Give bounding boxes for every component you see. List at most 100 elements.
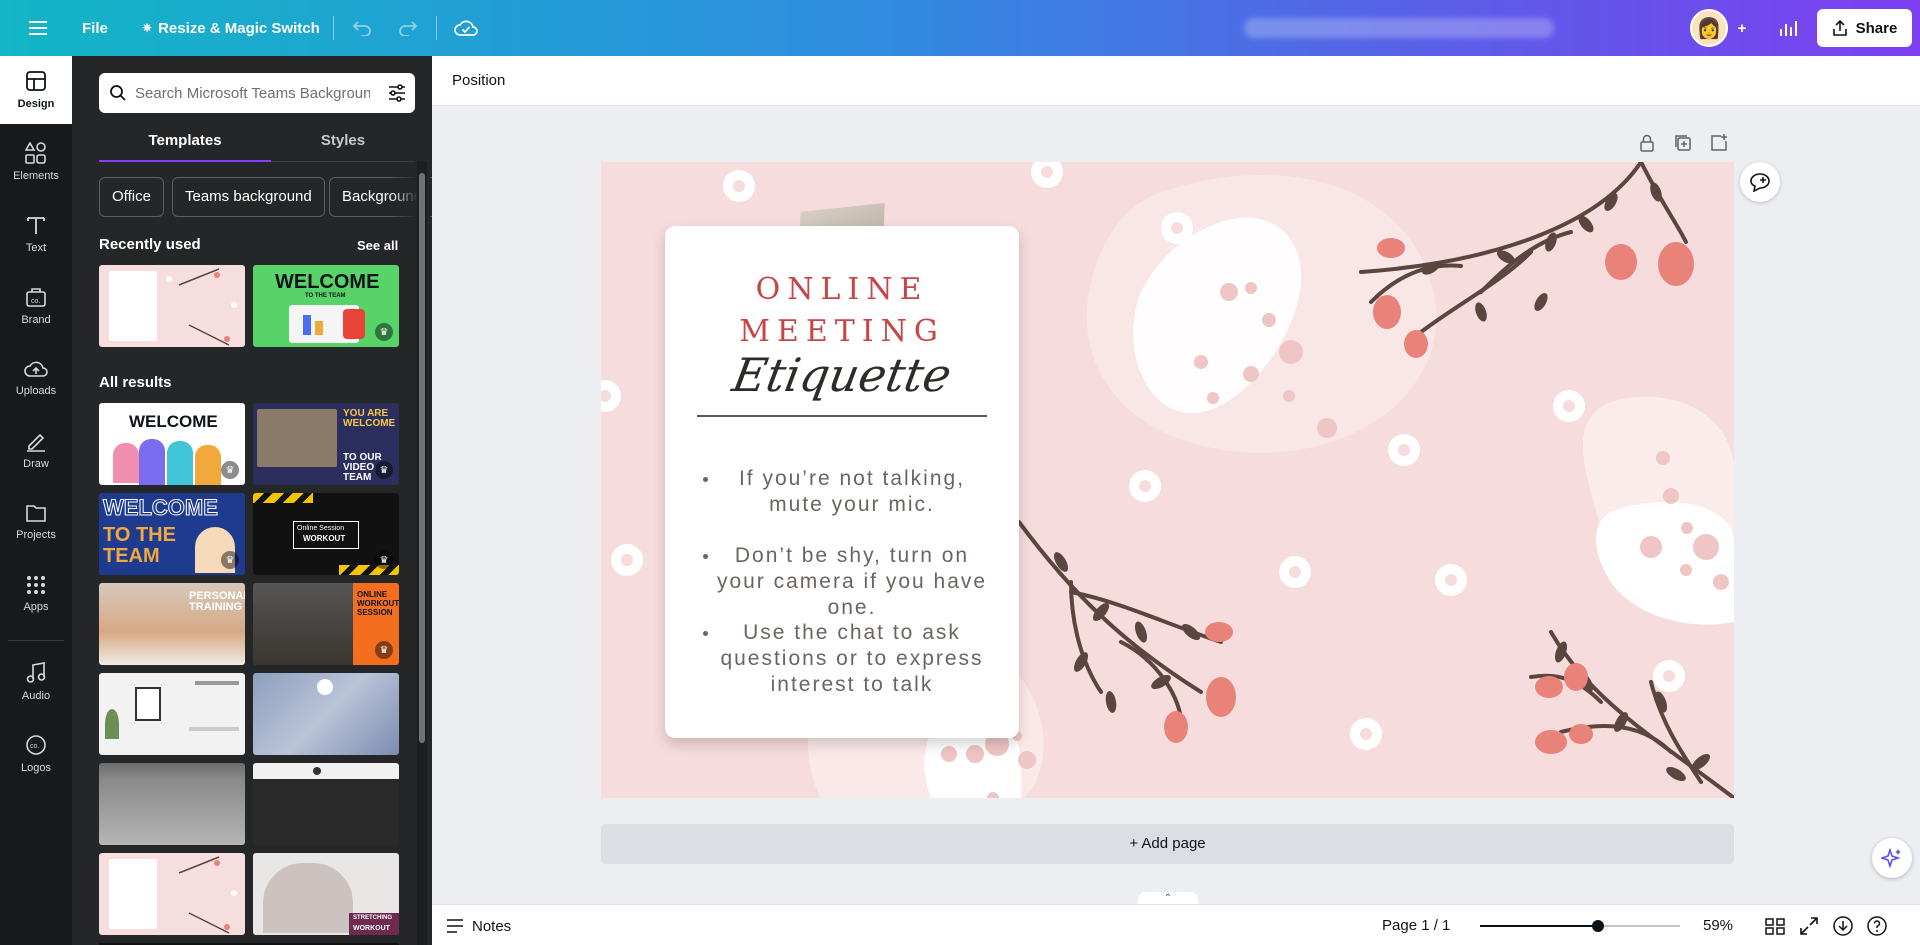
scroll-thumb[interactable] bbox=[419, 173, 425, 743]
filter-chip-teams-background[interactable]: Teams background bbox=[172, 177, 325, 217]
template-thumb-welcome-people[interactable]: WELCOME ♛ bbox=[99, 403, 245, 485]
avatar[interactable]: 👩 bbox=[1690, 9, 1728, 47]
template-thumb-stretching-workout[interactable]: STRETCHING WORKOUT bbox=[253, 853, 399, 935]
bullet-text: Use the chat to ask questions or to expr… bbox=[720, 621, 984, 696]
design-page[interactable]: ONLINE MEETING Etiquette If you’re not t… bbox=[601, 162, 1734, 798]
menu-icon[interactable] bbox=[20, 10, 56, 46]
tab-styles[interactable]: Styles bbox=[271, 126, 415, 162]
search-box[interactable] bbox=[99, 73, 415, 113]
thumb-text: YOU ARE WELCOME bbox=[343, 408, 396, 429]
panel-scrollbar[interactable] bbox=[417, 161, 427, 945]
notes-label: Notes bbox=[472, 917, 512, 935]
template-thumb-personal-training[interactable]: PERSONAL TRAINING bbox=[99, 583, 245, 665]
thumb-text: TO THE TEAM bbox=[103, 524, 176, 567]
brand-icon: co. bbox=[26, 288, 46, 307]
rail-label: Projects bbox=[16, 529, 56, 541]
left-rail: Design Elements Text co. Brand Uploads D… bbox=[0, 56, 72, 945]
template-thumb-you-are-welcome[interactable]: YOU ARE WELCOME TO OUR VIDEO TEAM ♛ bbox=[253, 403, 399, 485]
content-card[interactable]: ONLINE MEETING Etiquette If you’re not t… bbox=[665, 226, 1019, 738]
rail-divider bbox=[8, 640, 64, 641]
template-thumb-welcome-green[interactable]: WELCOME TO THE TEAM ♛ bbox=[253, 265, 399, 347]
template-thumb-dark-building[interactable] bbox=[253, 763, 399, 845]
svg-text:co.: co. bbox=[31, 298, 40, 305]
rail-item-logos[interactable]: co. Logos bbox=[0, 720, 72, 788]
zoom-slider[interactable] bbox=[1480, 920, 1680, 932]
template-thumb-online-workout-session[interactable]: ONLINE WORKOUT SESSION ♛ bbox=[253, 583, 399, 665]
rail-item-uploads[interactable]: Uploads bbox=[0, 344, 72, 412]
zoom-slider-handle[interactable] bbox=[1592, 920, 1604, 932]
redo-icon[interactable] bbox=[390, 10, 426, 46]
thumb-text: PERSONAL TRAINING bbox=[189, 590, 245, 613]
filter-icon[interactable] bbox=[387, 83, 407, 103]
file-menu-button[interactable]: File bbox=[72, 10, 118, 46]
page-indicator[interactable]: Page 1 / 1 bbox=[1382, 917, 1450, 934]
elements-icon bbox=[25, 142, 46, 164]
help-icon[interactable] bbox=[1866, 915, 1888, 937]
tab-templates[interactable]: Templates bbox=[99, 126, 271, 162]
sparkle-icon bbox=[1881, 847, 1901, 869]
comment-icon bbox=[1750, 173, 1770, 192]
rail-item-design[interactable]: Design bbox=[0, 56, 72, 124]
add-page-icon[interactable] bbox=[1708, 132, 1730, 154]
rail-label: Text bbox=[25, 242, 47, 254]
template-thumb-blue-geometric[interactable] bbox=[253, 673, 399, 755]
rail-item-audio[interactable]: Audio bbox=[0, 648, 72, 716]
bullet-item[interactable]: Use the chat to ask questions or to expr… bbox=[693, 620, 993, 698]
share-button[interactable]: Share bbox=[1817, 9, 1912, 47]
uploads-icon bbox=[24, 361, 48, 377]
position-button[interactable]: Position bbox=[448, 67, 509, 95]
rail-label: Audio bbox=[21, 690, 51, 702]
notes-button[interactable]: Notes bbox=[446, 914, 511, 938]
canva-editor: File ✷ Resize & Magic Switch 👩 + Share D… bbox=[0, 0, 1920, 945]
template-thumb-online-meeting-2[interactable] bbox=[99, 853, 245, 935]
insights-icon[interactable] bbox=[1770, 10, 1806, 46]
filter-chip-office[interactable]: Office bbox=[99, 177, 164, 217]
lock-icon[interactable] bbox=[1636, 132, 1658, 154]
document-title-blurred[interactable] bbox=[1244, 18, 1554, 38]
rail-item-text[interactable]: Text bbox=[0, 200, 72, 268]
zoom-level[interactable]: 59% bbox=[1703, 917, 1733, 934]
bullet-item[interactable]: Don’t be shy, turn on your camera if you… bbox=[693, 543, 993, 621]
template-thumb-online-workout-dark[interactable]: Online Session WORKOUT ♛ bbox=[253, 493, 399, 575]
rail-item-brand[interactable]: co. Brand bbox=[0, 272, 72, 340]
thumb-text: WELCOME bbox=[103, 495, 219, 520]
title-meeting[interactable]: MEETING bbox=[665, 314, 1019, 349]
rail-item-apps[interactable]: Apps bbox=[0, 560, 72, 628]
title-online[interactable]: ONLINE bbox=[665, 272, 1019, 307]
rail-item-projects[interactable]: Projects bbox=[0, 488, 72, 556]
download-icon[interactable] bbox=[1832, 915, 1854, 937]
template-thumb-online-meeting[interactable] bbox=[99, 265, 245, 347]
add-page-button[interactable]: + Add page bbox=[601, 824, 1734, 864]
rail-item-draw[interactable]: Draw bbox=[0, 416, 72, 484]
premium-crown-icon: ♛ bbox=[221, 461, 239, 479]
rail-item-elements[interactable]: Elements bbox=[0, 128, 72, 196]
fullscreen-icon[interactable] bbox=[1798, 915, 1820, 937]
search-icon bbox=[110, 85, 126, 101]
search-input[interactable] bbox=[135, 84, 370, 102]
magic-assistant-button[interactable] bbox=[1872, 838, 1912, 878]
bottom-toolbar: Notes Page 1 / 1 59% bbox=[432, 904, 1920, 945]
add-people-icon[interactable]: + bbox=[1724, 10, 1760, 46]
thumb-text: WORKOUT bbox=[353, 925, 390, 932]
rail-label: Draw bbox=[23, 458, 49, 470]
thumb-text: Online Session bbox=[297, 525, 345, 532]
duplicate-page-icon[interactable] bbox=[1672, 132, 1694, 154]
template-thumb-grey-texture[interactable] bbox=[99, 763, 245, 845]
audio-icon bbox=[26, 662, 46, 683]
title-etiquette[interactable]: Etiquette bbox=[660, 348, 1024, 402]
add-comment-button[interactable] bbox=[1740, 162, 1780, 202]
canvas-area: ONLINE MEETING Etiquette If you’re not t… bbox=[432, 106, 1920, 904]
undo-icon[interactable] bbox=[344, 10, 380, 46]
grid-view-icon[interactable] bbox=[1764, 915, 1786, 937]
thumb-text: TO THE TEAM bbox=[305, 293, 346, 299]
resize-magic-switch-button[interactable]: ✷ Resize & Magic Switch bbox=[132, 10, 330, 46]
bullet-item[interactable]: If you’re not talking, mute your mic. bbox=[693, 466, 993, 518]
see-all-link[interactable]: See all bbox=[357, 238, 398, 253]
rail-label: Uploads bbox=[15, 385, 57, 397]
premium-crown-icon: ♛ bbox=[221, 551, 239, 569]
template-thumb-office-interior[interactable] bbox=[99, 673, 245, 755]
cloud-saved-icon[interactable] bbox=[448, 10, 484, 46]
draw-icon bbox=[27, 433, 45, 452]
sparkle-icon: ✷ bbox=[142, 21, 153, 35]
template-thumb-welcome-team[interactable]: WELCOME TO THE TEAM ♛ bbox=[99, 493, 245, 575]
